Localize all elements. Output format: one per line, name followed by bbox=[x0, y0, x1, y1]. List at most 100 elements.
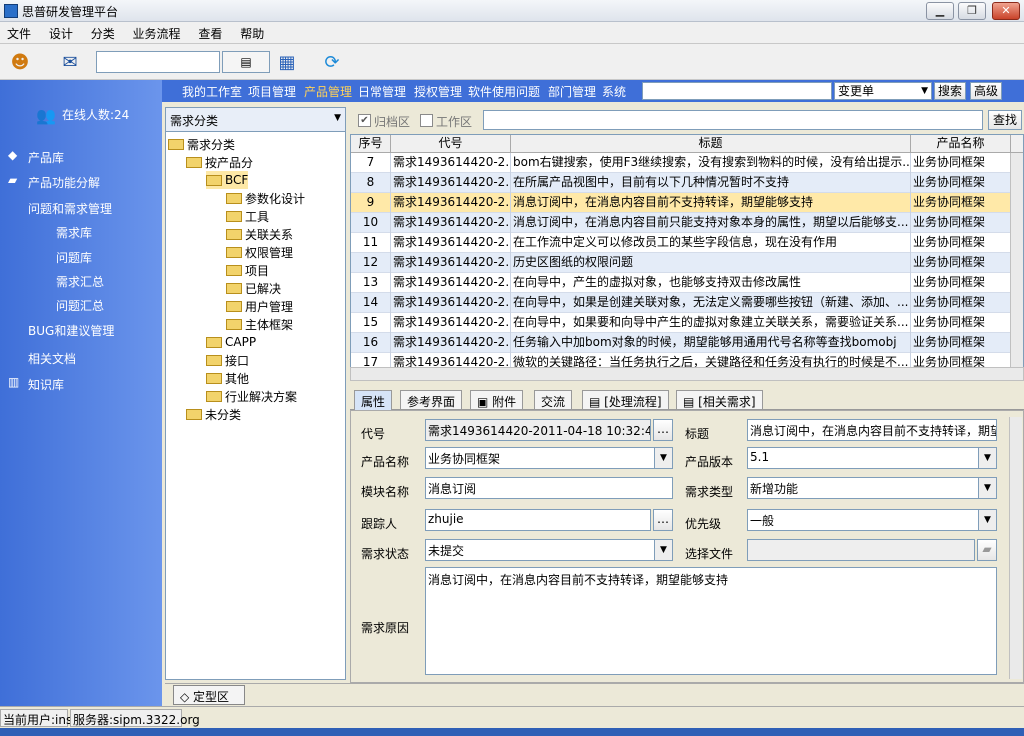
sidebar-item-issue-requirement[interactable]: 问题和需求管理 bbox=[28, 200, 112, 217]
nav-software-issues[interactable]: 软件使用问题 bbox=[468, 83, 540, 100]
version-select[interactable]: 5.1 ▼ bbox=[747, 447, 997, 469]
tab-process-flow[interactable]: ▤ [处理流程] bbox=[582, 390, 669, 410]
col-header-code[interactable]: 代号 bbox=[391, 135, 511, 153]
reason-textarea[interactable]: 消息订阅中，在消息内容目前不支持转译，期望能够支持 bbox=[425, 567, 997, 675]
table-row[interactable]: 12 需求1493614420-2... 历史区图纸的权限问题 业务协同框架 bbox=[351, 253, 1011, 273]
tab-properties[interactable]: 属性 bbox=[354, 390, 393, 410]
tree-node[interactable]: 未分类 bbox=[186, 405, 241, 423]
folder-browse-icon[interactable]: ▰ bbox=[977, 539, 997, 561]
minimize-button[interactable]: ▁ bbox=[926, 2, 954, 20]
users-icon[interactable]: ☻ bbox=[6, 49, 34, 75]
sidebar-item-requirement-library[interactable]: 需求库 bbox=[56, 224, 92, 241]
sidebar-item-product-library[interactable]: 产品库 bbox=[28, 149, 64, 166]
nav-product-management[interactable]: 产品管理 bbox=[304, 83, 352, 100]
menu-help[interactable]: 帮助 bbox=[233, 22, 271, 45]
product-select[interactable]: 业务协同框架 ▼ bbox=[425, 447, 673, 469]
table-row[interactable]: 14 需求1493614420-2... 在向导中，如果是创建关联对象，无法定义需要… bbox=[351, 293, 1011, 313]
priority-select[interactable]: 一般 ▼ bbox=[747, 509, 997, 531]
tree-node[interactable]: 已解决 bbox=[226, 279, 281, 297]
table-row[interactable]: 8 需求1493614420-2... 在所属产品视图中，目前有以下几种情况暂时不支… bbox=[351, 173, 1011, 193]
table-row[interactable]: 15 需求1493614420-2... 在向导中，如果要和向导中产生的虚拟对象建立… bbox=[351, 313, 1011, 333]
tab-communication[interactable]: 交流 bbox=[534, 390, 573, 410]
archive-checkbox[interactable]: ✔ bbox=[358, 114, 371, 127]
query-button[interactable]: 查找 bbox=[988, 110, 1022, 130]
tree-node[interactable]: 其他 bbox=[206, 369, 249, 387]
table-row[interactable]: 10 需求1493614420-2... 消息订阅中，在消息内容目前只能支持对象本身… bbox=[351, 213, 1011, 233]
col-header-index[interactable]: 序号 bbox=[351, 135, 391, 153]
table-row[interactable]: 11 需求1493614420-2... 在工作流中定义可以修改员工的某些字段信息，… bbox=[351, 233, 1011, 253]
file-field[interactable] bbox=[747, 539, 975, 561]
tree-node[interactable]: 用户管理 bbox=[226, 297, 293, 315]
tree-node[interactable]: 项目 bbox=[226, 261, 269, 279]
nav-type-select[interactable]: 变更单 ▼ bbox=[834, 82, 932, 100]
table-row[interactable]: 16 需求1493614420-2... 任务输入中加bom对象的时候，期望能够用通… bbox=[351, 333, 1011, 353]
property-tabs: 属性 参考界面 ▣ 附件 交流 ▤ [处理流程] ▤ [相关需求] bbox=[350, 388, 1024, 410]
tab-reference-ui[interactable]: 参考界面 bbox=[400, 390, 463, 410]
tab-attachments[interactable]: ▣ 附件 bbox=[470, 390, 524, 410]
nav-search-input[interactable] bbox=[642, 82, 832, 100]
row-title-cell: 在向导中，产生的虚拟对象，也能够支持双击修改属性 bbox=[511, 273, 911, 293]
tree-node[interactable]: CAPP bbox=[206, 333, 256, 351]
table-row[interactable]: 13 需求1493614420-2... 在向导中，产生的虚拟对象，也能够支持双击修… bbox=[351, 273, 1011, 293]
picker-button[interactable]: ▤ bbox=[222, 51, 270, 73]
sidebar-item-issue-library[interactable]: 问题库 bbox=[56, 249, 92, 266]
nav-search-button[interactable]: 搜索 bbox=[934, 82, 966, 100]
mail-icon[interactable]: ✉ bbox=[56, 49, 84, 75]
sidebar-item-knowledge-base[interactable]: 知识库 bbox=[28, 376, 64, 393]
tree-node[interactable]: 主体框架 bbox=[226, 315, 293, 333]
status-select[interactable]: 未提交 ▼ bbox=[425, 539, 673, 561]
nav-daily-management[interactable]: 日常管理 bbox=[358, 83, 406, 100]
work-checkbox[interactable] bbox=[420, 114, 433, 127]
calendar-icon[interactable]: ▦ bbox=[273, 49, 301, 75]
tracker-browse-button[interactable]: … bbox=[653, 509, 673, 531]
sidebar-item-related-docs[interactable]: 相关文档 bbox=[28, 350, 76, 367]
tab-finalized-zone[interactable]: ◇ 定型区 bbox=[173, 685, 245, 705]
menu-design[interactable]: 设计 bbox=[42, 22, 80, 45]
code-browse-button[interactable]: … bbox=[653, 419, 673, 441]
col-header-title[interactable]: 标题 bbox=[511, 135, 911, 153]
menu-view[interactable]: 查看 bbox=[191, 22, 229, 45]
tree-node[interactable]: 权限管理 bbox=[226, 243, 293, 261]
nav-type-select-value: 变更单 bbox=[838, 84, 875, 98]
nav-project-management[interactable]: 项目管理 bbox=[248, 83, 296, 100]
nav-advanced-button[interactable]: 高级 bbox=[970, 82, 1002, 100]
close-button[interactable]: ✕ bbox=[992, 2, 1020, 20]
col-header-product[interactable]: 产品名称 bbox=[911, 135, 1011, 153]
tab-related-requirements[interactable]: ▤ [相关需求] bbox=[676, 390, 763, 410]
tree-node[interactable]: 接口 bbox=[206, 351, 249, 369]
tree-node[interactable]: 按产品分 bbox=[186, 153, 253, 171]
nav-department[interactable]: 部门管理 bbox=[548, 83, 596, 100]
sidebar-item-issue-summary[interactable]: 问题汇总 bbox=[56, 297, 104, 314]
nav-authorization[interactable]: 授权管理 bbox=[414, 83, 462, 100]
table-horizontal-scrollbar[interactable] bbox=[350, 367, 1024, 381]
tree-category-select[interactable]: 需求分类 ▼ bbox=[166, 108, 345, 132]
form-vertical-scrollbar[interactable] bbox=[1009, 417, 1022, 679]
restore-button[interactable]: ❐ bbox=[958, 2, 986, 20]
tree-node[interactable]: 行业解决方案 bbox=[206, 387, 297, 405]
tree-node[interactable]: 关联关系 bbox=[226, 225, 293, 243]
tracker-field[interactable]: zhujie bbox=[425, 509, 651, 531]
table-row[interactable]: 7 需求1493614420-2... bom右键搜索，使用F3继续搜索，没有搜索到… bbox=[351, 153, 1011, 173]
sidebar-item-function-breakdown[interactable]: 产品功能分解 bbox=[28, 174, 100, 191]
filter-input[interactable] bbox=[483, 110, 983, 130]
toolbar-search-input[interactable] bbox=[96, 51, 220, 73]
tree-node-selected[interactable]: BCF bbox=[206, 171, 249, 189]
title-field[interactable]: 消息订阅中，在消息内容目前不支持转译，期望 bbox=[747, 419, 997, 441]
menu-category[interactable]: 分类 bbox=[84, 22, 122, 45]
refresh-icon[interactable]: ⟳ bbox=[318, 49, 346, 75]
module-field[interactable]: 消息订阅 bbox=[425, 477, 673, 499]
nav-system[interactable]: 系统 bbox=[602, 83, 626, 100]
menu-workflow[interactable]: 业务流程 bbox=[126, 22, 188, 45]
table-row[interactable]: 9 需求1493614420-2... 消息订阅中，在消息内容目前不支持转译，期望能… bbox=[351, 193, 1011, 213]
type-select[interactable]: 新增功能 ▼ bbox=[747, 477, 997, 499]
menu-file[interactable]: 文件 bbox=[0, 22, 38, 45]
code-field[interactable]: 需求1493614420-2011-04-18 10:32:42 bbox=[425, 419, 651, 441]
tree-node[interactable]: 参数化设计 bbox=[226, 189, 305, 207]
sidebar-item-requirement-summary[interactable]: 需求汇总 bbox=[56, 273, 104, 290]
table-vertical-scrollbar[interactable] bbox=[1010, 153, 1023, 373]
tree-node[interactable]: 需求分类 bbox=[168, 135, 235, 153]
nav-my-workspace[interactable]: 我的工作室 bbox=[182, 83, 242, 100]
product-select-value: 业务协同框架 bbox=[428, 452, 501, 466]
tree-node[interactable]: 工具 bbox=[226, 207, 269, 225]
sidebar-item-bug-management[interactable]: BUG和建议管理 bbox=[28, 322, 114, 339]
